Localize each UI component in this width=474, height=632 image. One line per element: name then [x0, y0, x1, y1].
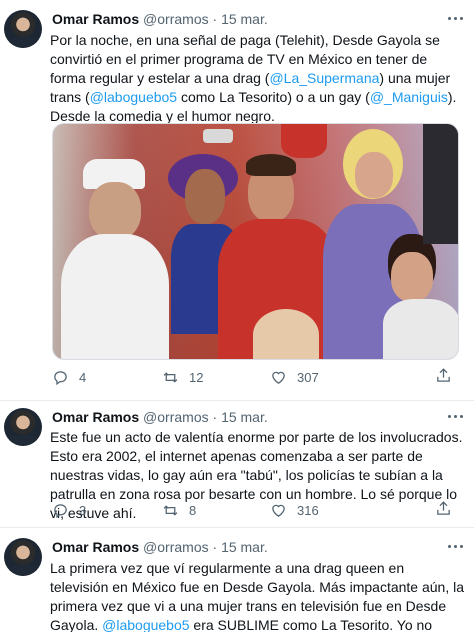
- reply-button[interactable]: 3: [52, 500, 86, 520]
- tweet[interactable]: Omar Ramos @orramos · 15 mar. La primera…: [0, 528, 474, 632]
- tweet-date[interactable]: 15 mar.: [221, 539, 268, 555]
- avatar[interactable]: [4, 538, 42, 576]
- heart-icon: [272, 504, 285, 517]
- tweet-image[interactable]: [52, 123, 459, 360]
- retweet-button[interactable]: 12: [162, 367, 203, 387]
- tweet-date[interactable]: 15 mar.: [221, 409, 268, 425]
- tweet-text-segment: como La Tesorito) o a un gay (: [177, 89, 370, 105]
- tweet-actions: 4 12 307: [52, 367, 462, 387]
- retweet-button[interactable]: 8: [162, 500, 196, 520]
- heart-icon: [272, 371, 285, 384]
- avatar[interactable]: [4, 10, 42, 48]
- author-handle[interactable]: @orramos: [143, 11, 209, 27]
- avatar[interactable]: [4, 408, 42, 446]
- tweet[interactable]: Omar Ramos @orramos · 15 mar. Este fue u…: [0, 401, 474, 525]
- retweet-icon: [163, 371, 178, 383]
- reply-count: 3: [79, 502, 87, 518]
- author-name[interactable]: Omar Ramos: [52, 539, 139, 555]
- reply-icon: [54, 370, 67, 385]
- more-options-icon[interactable]: [448, 10, 464, 26]
- mention-link[interactable]: @laboguebo5: [102, 617, 189, 632]
- tweet[interactable]: Omar Ramos @orramos · 15 mar. Por la noc…: [0, 0, 474, 400]
- tweet-text: La primera vez que ví regularmente a una…: [50, 559, 466, 632]
- separator-dot: ·: [212, 11, 218, 27]
- author-handle[interactable]: @orramos: [143, 409, 209, 425]
- like-button[interactable]: 316: [270, 500, 319, 520]
- tweet-actions: 3 8 316: [52, 500, 462, 520]
- tweet-date[interactable]: 15 mar.: [221, 11, 268, 27]
- author-name[interactable]: Omar Ramos: [52, 11, 139, 27]
- reply-count: 4: [79, 369, 87, 385]
- like-count: 307: [297, 369, 319, 385]
- mention-link[interactable]: @La_Supermana: [269, 70, 379, 86]
- author-name[interactable]: Omar Ramos: [52, 409, 139, 425]
- like-button[interactable]: 307: [270, 367, 319, 387]
- share-icon[interactable]: [435, 500, 452, 517]
- retweet-count: 12: [189, 369, 204, 385]
- retweet-count: 8: [189, 502, 197, 518]
- reply-button[interactable]: 4: [52, 367, 86, 387]
- retweet-icon: [163, 504, 178, 516]
- mention-link[interactable]: @laboguebo5: [90, 89, 177, 105]
- separator-dot: ·: [212, 539, 218, 555]
- separator-dot: ·: [212, 409, 218, 425]
- more-options-icon[interactable]: [448, 408, 464, 424]
- like-count: 316: [297, 502, 319, 518]
- tweet-header: Omar Ramos @orramos · 15 mar.: [52, 10, 268, 28]
- more-options-icon[interactable]: [448, 538, 464, 554]
- author-handle[interactable]: @orramos: [143, 539, 209, 555]
- reply-icon: [54, 503, 67, 518]
- tweet-header: Omar Ramos @orramos · 15 mar.: [52, 538, 268, 556]
- tweet-text: Por la noche, en una señal de paga (Tele…: [50, 31, 466, 126]
- tweet-header: Omar Ramos @orramos · 15 mar.: [52, 408, 268, 426]
- share-icon[interactable]: [435, 367, 452, 384]
- mention-link[interactable]: @_Maniguis: [370, 89, 448, 105]
